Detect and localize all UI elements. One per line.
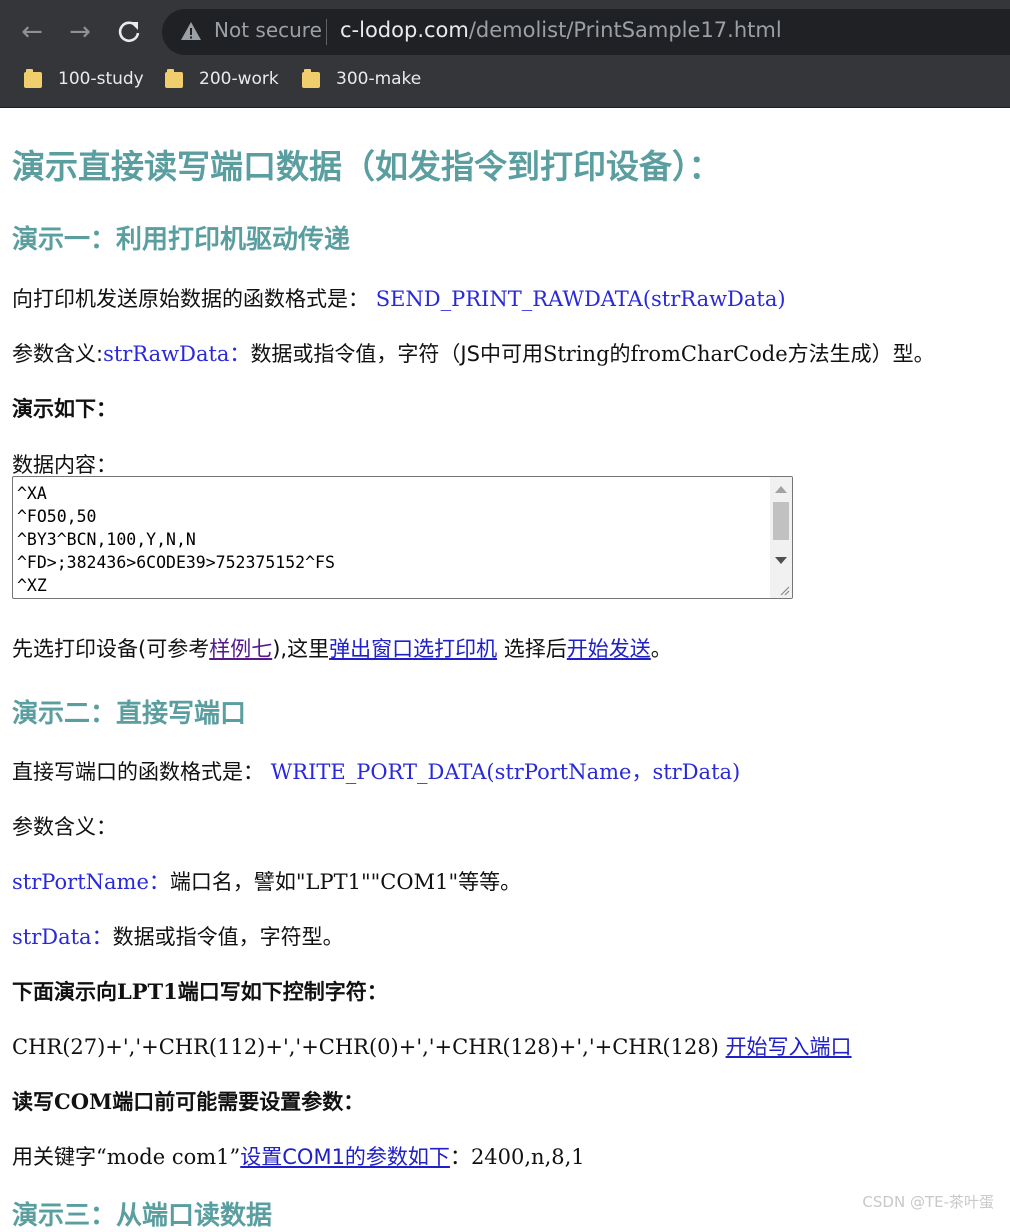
scroll-up-icon[interactable] (775, 486, 787, 493)
start-write-port-link[interactable]: 开始写入端口 (726, 1035, 852, 1059)
param-desc: 数据或指令值，字符（JS中可用 (250, 342, 543, 366)
demo1-param-line: 参数含义:strRawData：数据或指令值，字符（JS中可用String的fr… (12, 338, 935, 368)
textarea-line: ^FD>;382436>6CODE39>752375152^FS (17, 553, 335, 572)
func-signature: WRITE_PORT_DATA(strPortName，strData) (270, 760, 741, 784)
scroll-down-icon[interactable] (775, 557, 787, 564)
param-portname-desc: 端口名，譬如 (169, 870, 296, 894)
chr-sequence-line: CHR(27)+','+CHR(112)+','+CHR(0)+','+CHR(… (12, 1031, 852, 1061)
mode-params: 2400,n,8,1 (470, 1145, 585, 1169)
param-data-line: strData：数据或指令值，字符型。 (12, 921, 344, 951)
demo3-heading: 演示三：从端口读数据 (12, 1201, 273, 1231)
param-desc-string: String (542, 342, 610, 366)
com-heading-b: COM (54, 1089, 113, 1114)
param-label-text: 参数含义： (12, 815, 117, 839)
param-name: strRawData： (103, 342, 251, 366)
data-content-label-text: 数据内容： (12, 453, 117, 477)
resize-handle-icon[interactable] (778, 584, 790, 596)
lpt1-heading: 下面演示向LPT1端口写如下控制字符： (12, 976, 388, 1006)
browser-chrome: ← → Not secure c-lodop.com/demolist/Prin… (0, 0, 1010, 108)
demo2-func-line: 直接写端口的函数格式是： WRITE_PORT_DATA(strPortName… (12, 756, 740, 786)
bookmark-100-study[interactable]: 100-study (24, 66, 144, 92)
bookmark-label: 100-study (58, 69, 144, 89)
set-com1-params-link[interactable]: 设置COM1的参数如下 (240, 1145, 450, 1169)
select-text-d: 。 (650, 637, 672, 661)
page-title: 演示直接读写端口数据（如发指令到打印设备）： (12, 147, 722, 186)
param-portname-etc: 等等。 (458, 870, 522, 894)
address-bar[interactable]: Not secure c-lodop.com/demolist/PrintSam… (162, 9, 1010, 55)
bookmark-label: 200-work (199, 69, 279, 89)
func-prefix: 直接写端口的函数格式是： (12, 760, 264, 784)
com-heading: 读写COM端口前可能需要设置参数： (12, 1086, 364, 1116)
demo1-heading: 演示一：利用打印机驱动传递 (12, 225, 351, 255)
param-prefix: 参数含义: (12, 342, 104, 366)
security-label[interactable]: Not secure (214, 18, 322, 42)
com-heading-c: 端口前可能需要设置参数： (112, 1090, 365, 1114)
lpt1-heading-a: 下面演示向 (12, 980, 117, 1004)
mode-com-line: 用关键字“mode com1”设置COM1的参数如下：2400,n,8,1 (12, 1141, 585, 1171)
url-path: /demolist/PrintSample17.html (468, 18, 782, 42)
chr-sequence: CHR(27)+','+CHR(112)+','+CHR(0)+','+CHR(… (12, 1035, 726, 1059)
param-data: strData： (12, 925, 113, 949)
watermark: CSDN @TE-茶叶蛋 (862, 1193, 994, 1211)
bookmark-label: 300-make (336, 69, 422, 89)
param-desc-fromcharcode: fromCharCode (630, 342, 788, 366)
folder-icon (165, 68, 183, 88)
start-send-link[interactable]: 开始发送 (567, 637, 651, 661)
textarea-line: ^FO50,50 (17, 507, 97, 526)
param-desc-of: 的 (609, 342, 631, 366)
data-content-label: 数据内容： (12, 449, 117, 479)
folder-icon (24, 68, 42, 88)
mode-colon: ： (449, 1145, 471, 1169)
scroll-thumb[interactable] (773, 502, 789, 540)
func-prefix: 向打印机发送原始数据的函数格式是： (12, 287, 369, 311)
demo1-func-line: 向打印机发送原始数据的函数格式是： SEND_PRINT_RAWDATA(str… (12, 283, 786, 313)
back-arrow-icon[interactable]: ← (14, 14, 50, 50)
param-portname: strPortName： (12, 870, 170, 894)
bookmark-200-work[interactable]: 200-work (165, 66, 279, 92)
reload-icon[interactable] (111, 14, 147, 50)
select-printer-line: 先选打印设备(可参考样例七),这里弹出窗口选打印机 选择后开始发送。 (12, 633, 672, 663)
textarea-scrollbar[interactable] (770, 477, 792, 598)
bookmarks-bar: 100-study 200-work 300-make (0, 60, 1010, 98)
textarea-line: ^BY3^BCN,100,Y,N,N (17, 530, 196, 549)
textarea-line: ^XA (17, 484, 47, 503)
com-heading-a: 读写 (12, 1090, 54, 1114)
select-text-b: ),这里 (272, 637, 330, 661)
demo-label-text: 演示如下： (12, 397, 117, 421)
demo-label: 演示如下： (12, 393, 117, 423)
param-portname-examples: "LPT1""COM1" (295, 870, 459, 894)
mode-text-a: 用关键字 (12, 1145, 96, 1169)
forward-arrow-icon[interactable]: → (62, 14, 98, 50)
bookmark-300-make[interactable]: 300-make (302, 66, 421, 92)
param-data-desc: 数据或指令值，字符型。 (112, 925, 344, 949)
lpt1-heading-c: 端口写如下控制字符： (177, 980, 388, 1004)
demo2-param-label: 参数含义： (12, 811, 117, 841)
select-text-c: 选择后 (497, 637, 567, 661)
lpt1-heading-b: LPT1 (117, 979, 178, 1004)
url-host: c-lodop.com (340, 18, 469, 42)
mode-keyword: “mode com1” (96, 1145, 241, 1169)
raw-data-textarea[interactable]: ^XA ^FO50,50 ^BY3^BCN,100,Y,N,N ^FD>;382436… (12, 476, 793, 599)
func-signature: SEND_PRINT_RAWDATA(strRawData) (375, 287, 786, 311)
textarea-line: ^XZ (17, 576, 47, 595)
sample-seven-link[interactable]: 样例七 (209, 637, 272, 661)
url-text[interactable]: c-lodop.com/demolist/PrintSample17.html (340, 18, 782, 42)
select-text-a: 先选打印设备(可参考 (12, 637, 210, 661)
warning-icon[interactable] (180, 20, 202, 42)
textarea-lines: ^XA ^FO50,50 ^BY3^BCN,100,Y,N,N ^FD>;382436… (17, 482, 335, 597)
popup-select-printer-link[interactable]: 弹出窗口选打印机 (329, 637, 497, 661)
param-portname-line: strPortName：端口名，譬如"LPT1""COM1"等等。 (12, 866, 521, 896)
folder-icon (302, 68, 320, 88)
param-desc-end: 方法生成）型。 (787, 342, 935, 366)
demo2-heading: 演示二：直接写端口 (12, 699, 247, 729)
omnibox-separator (326, 19, 327, 45)
